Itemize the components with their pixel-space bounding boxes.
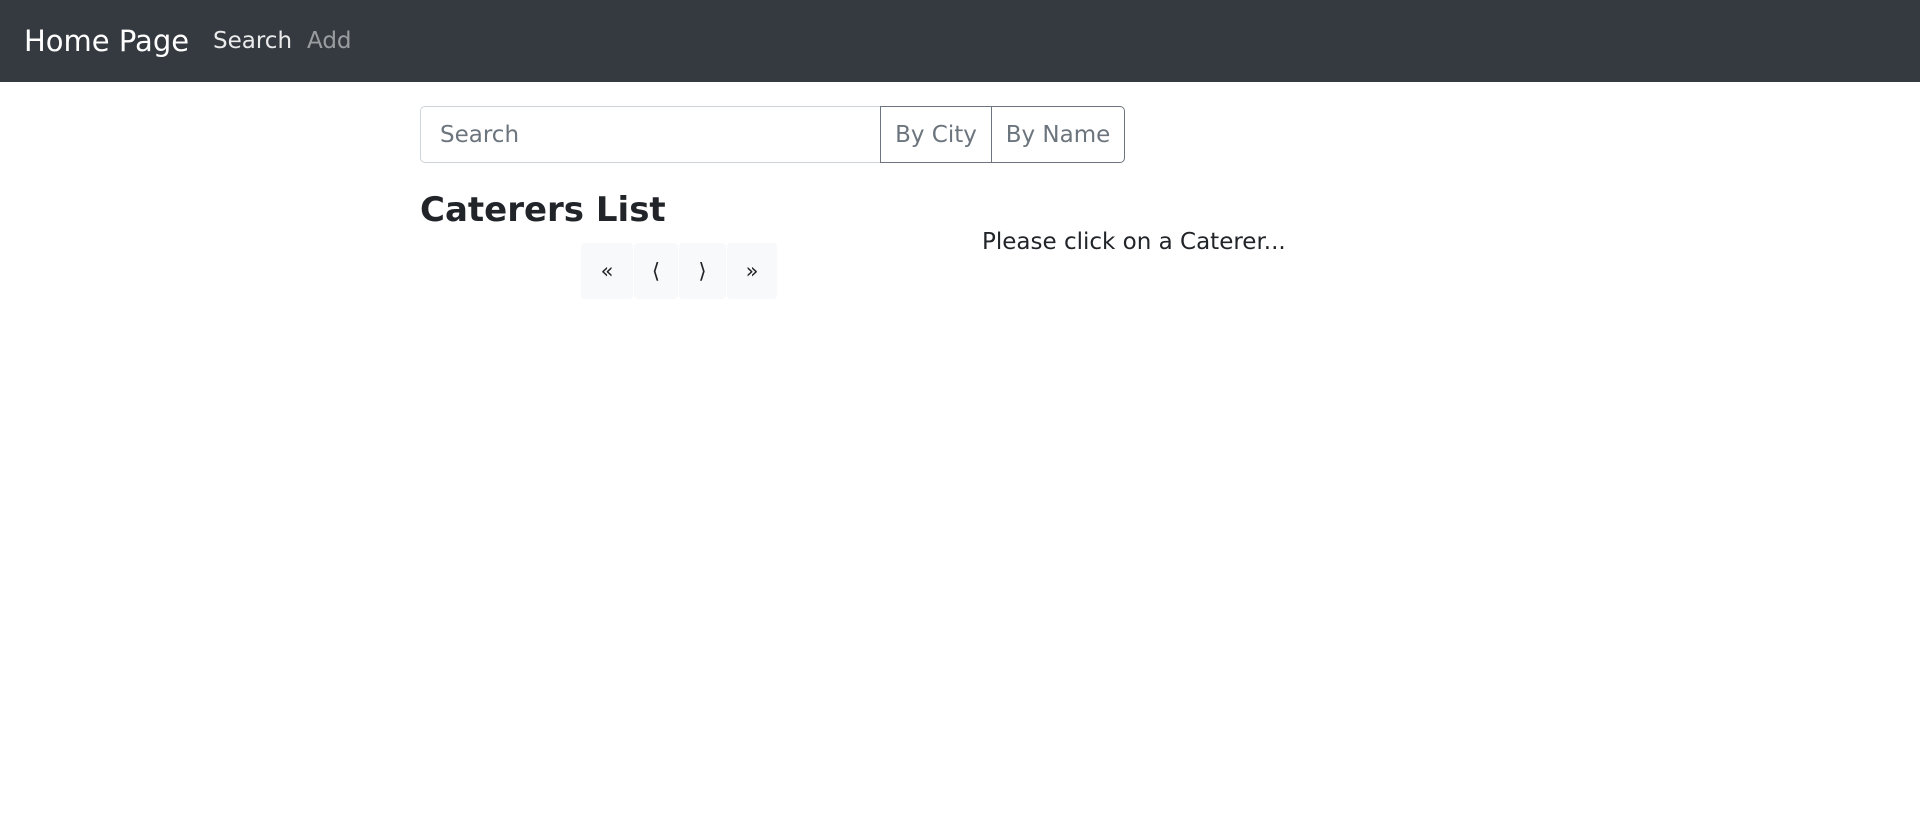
pagination: « ⟨ ⟩ » — [581, 243, 778, 299]
last-page-button[interactable]: » — [727, 243, 777, 299]
previous-page-button[interactable]: ⟨ — [634, 243, 678, 299]
search-by-city-button[interactable]: By City — [880, 106, 992, 163]
search-input-group: By City By Name — [420, 106, 1125, 163]
nav-search-link[interactable]: Search — [213, 25, 292, 57]
search-input[interactable] — [420, 106, 881, 163]
search-by-name-button[interactable]: By Name — [991, 106, 1125, 163]
nav-add-link[interactable]: Add — [307, 25, 352, 57]
first-page-button[interactable]: « — [581, 243, 633, 299]
top-navbar: Home Page Search Add — [0, 0, 1920, 82]
caterers-list-title: Caterers List — [420, 190, 666, 230]
caterer-details-placeholder: Please click on a Caterer... — [982, 229, 1286, 255]
next-page-button[interactable]: ⟩ — [679, 243, 726, 299]
brand-home-link[interactable]: Home Page — [24, 21, 189, 61]
